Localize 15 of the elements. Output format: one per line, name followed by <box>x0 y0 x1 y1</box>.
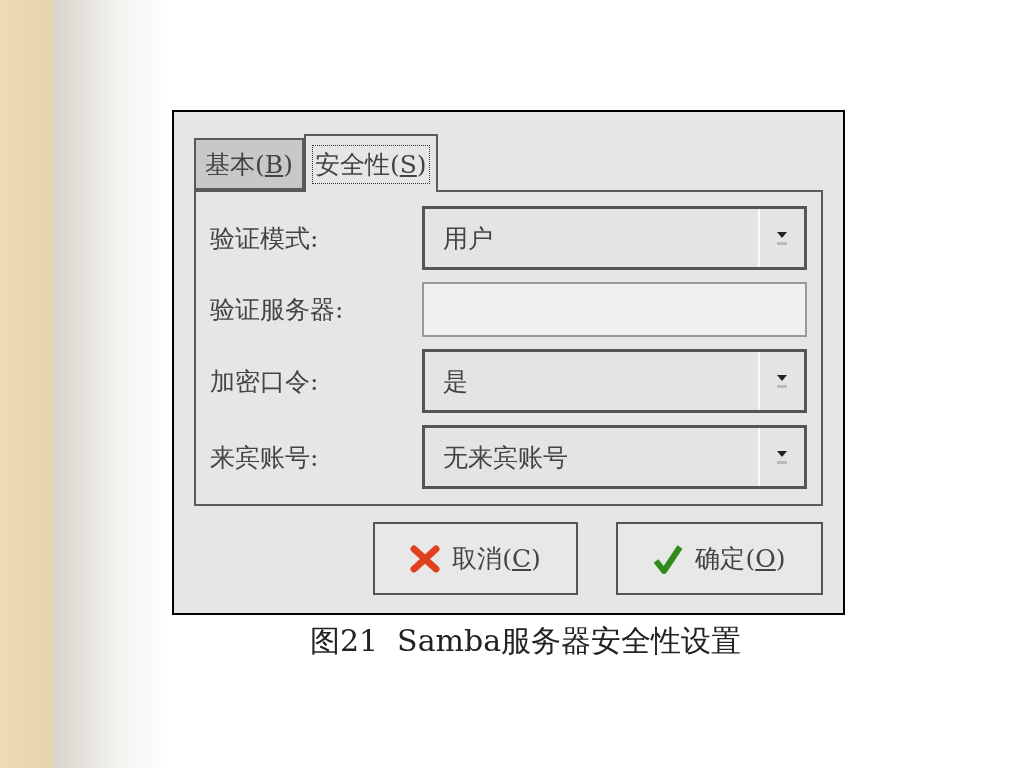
close-icon <box>410 544 441 573</box>
field-label: 加密口令: <box>210 365 320 398</box>
dropdown[interactable]: 用户 <box>421 206 807 270</box>
ok-button[interactable]: 确定(O) <box>616 522 823 595</box>
dropdown[interactable]: 无来宾账号 <box>421 425 807 489</box>
tab[interactable]: 基本(B) <box>194 138 304 190</box>
input-field[interactable] <box>421 282 807 337</box>
figure-caption: 图21 Samba服务器安全性设置 <box>308 622 743 660</box>
field-label: 验证模式: <box>210 222 320 255</box>
dropdown[interactable]: 是 <box>421 349 807 413</box>
field-label: 来宾账号: <box>210 441 320 474</box>
checkmark-icon <box>653 543 684 574</box>
cancel-button[interactable]: 取消(C) <box>373 522 578 595</box>
tab[interactable]: 安全性(S) <box>303 134 438 192</box>
field-label: 验证服务器: <box>210 294 345 326</box>
